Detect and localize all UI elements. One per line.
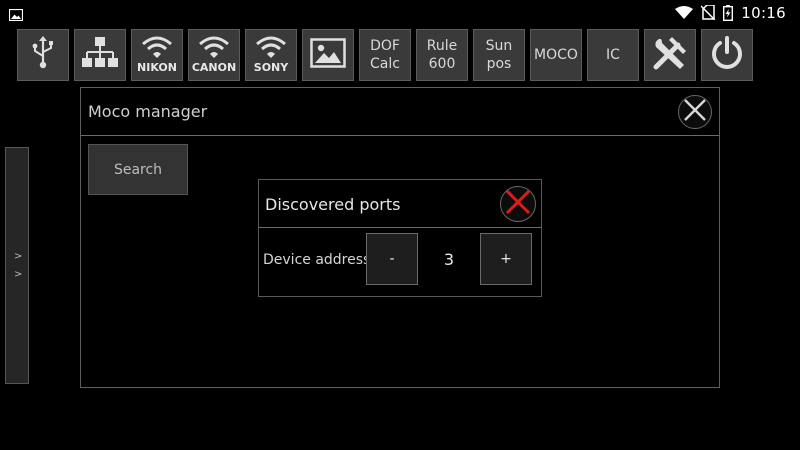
sony-label: SONY bbox=[253, 61, 289, 74]
tools-icon bbox=[650, 33, 690, 78]
ic-label: IC bbox=[606, 47, 620, 63]
wifi-icon bbox=[675, 5, 694, 20]
dialog-title: Moco manager bbox=[88, 102, 208, 121]
close-icon bbox=[682, 97, 708, 127]
dof-calc-button[interactable]: DOF Calc bbox=[359, 29, 411, 81]
rule-600-button[interactable]: Rule 600 bbox=[416, 29, 468, 81]
clock: 10:16 bbox=[741, 3, 786, 22]
chevron-right-icon: > bbox=[14, 251, 23, 262]
wifi-icon bbox=[255, 36, 287, 63]
nikon-wifi-button[interactable]: NIKON bbox=[131, 29, 183, 81]
moco-label: MOCO bbox=[534, 47, 578, 63]
close-button[interactable] bbox=[500, 186, 536, 222]
decrement-button[interactable]: - bbox=[366, 233, 418, 285]
canon-label: CANON bbox=[191, 61, 237, 74]
dialog-header: Moco manager bbox=[81, 88, 719, 136]
search-button[interactable]: Search bbox=[88, 144, 188, 195]
usb-button[interactable] bbox=[17, 29, 69, 81]
close-icon bbox=[504, 188, 532, 220]
nikon-label: NIKON bbox=[137, 61, 177, 74]
dialog-header: Discovered ports bbox=[259, 180, 541, 228]
status-bar: 10:16 bbox=[0, 0, 800, 25]
increment-button[interactable]: + bbox=[480, 233, 532, 285]
side-drawer-handle[interactable]: > > bbox=[5, 147, 29, 384]
battery-charging-icon bbox=[723, 4, 734, 21]
dialog-title: Discovered ports bbox=[265, 195, 401, 214]
canon-wifi-button[interactable]: CANON bbox=[188, 29, 240, 81]
tools-button[interactable] bbox=[644, 29, 696, 81]
image-button[interactable] bbox=[302, 29, 354, 81]
chevron-right-icon: > bbox=[14, 269, 23, 280]
dof-calc-label: DOF Calc bbox=[370, 38, 400, 72]
usb-icon bbox=[30, 35, 56, 75]
device-address-label: Device address bbox=[263, 252, 371, 268]
no-sim-icon bbox=[701, 5, 716, 20]
network-tree-icon bbox=[81, 36, 119, 75]
discovered-ports-dialog: Discovered ports Device address - 3 + bbox=[258, 179, 542, 297]
rule-600-label: Rule 600 bbox=[426, 38, 458, 72]
device-address-value: 3 bbox=[443, 249, 455, 269]
image-notification-icon bbox=[8, 6, 24, 22]
sun-pos-button[interactable]: Sun pos bbox=[473, 29, 525, 81]
close-button[interactable] bbox=[678, 95, 712, 129]
wifi-icon bbox=[141, 36, 173, 63]
power-button[interactable] bbox=[701, 29, 753, 81]
moco-button[interactable]: MOCO bbox=[530, 29, 582, 81]
sun-pos-label: Sun pos bbox=[485, 38, 513, 72]
image-icon bbox=[310, 37, 346, 73]
ic-button[interactable]: IC bbox=[587, 29, 639, 81]
power-icon bbox=[709, 35, 745, 76]
sony-wifi-button[interactable]: SONY bbox=[245, 29, 297, 81]
wifi-icon bbox=[198, 36, 230, 63]
network-button[interactable] bbox=[74, 29, 126, 81]
